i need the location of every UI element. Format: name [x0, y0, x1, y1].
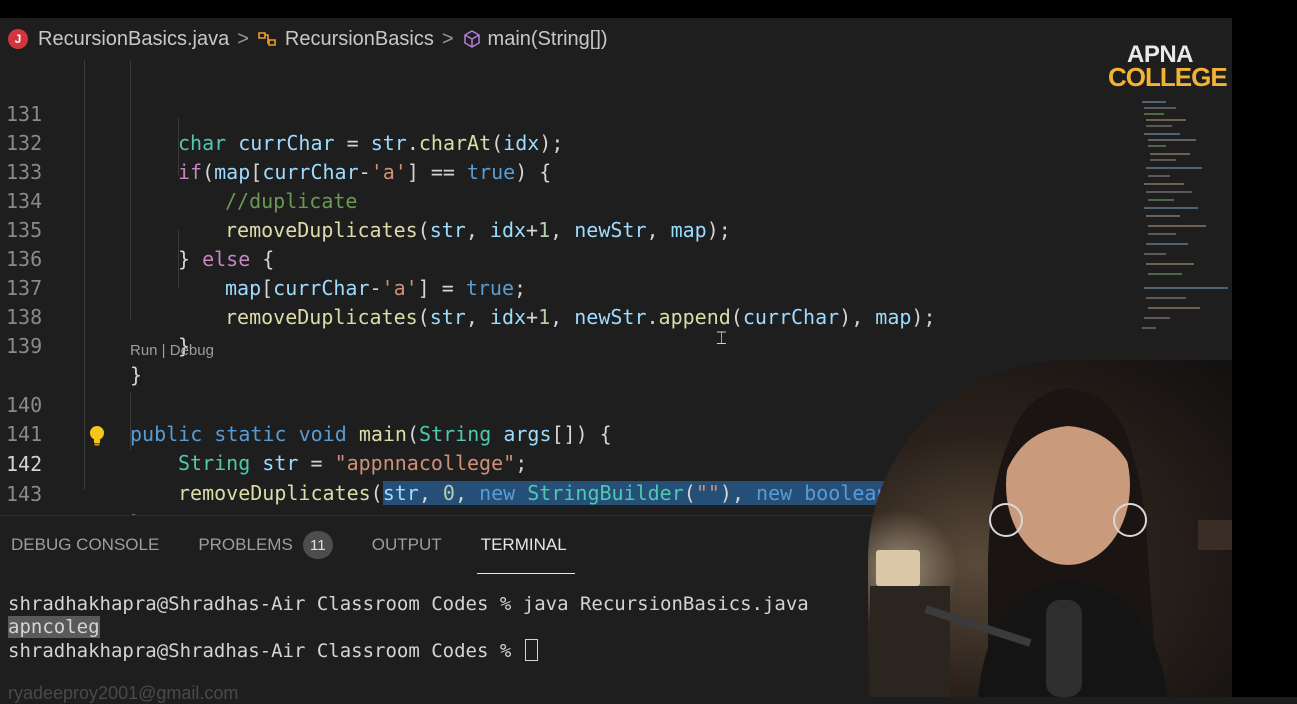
problems-count-badge: 11 — [302, 531, 333, 559]
minimap[interactable] — [1136, 98, 1232, 338]
breadcrumb-method[interactable]: main(String[]) — [488, 28, 608, 51]
breadcrumb-separator: > — [237, 27, 249, 50]
text-cursor-icon: ⌶ — [716, 328, 727, 348]
lightbulb-icon[interactable] — [87, 425, 107, 452]
tab-terminal[interactable]: TERMINAL — [476, 516, 575, 574]
panel-tabs: DEBUG CONSOLE PROBLEMS 11 OUTPUT TERMINA… — [0, 516, 595, 574]
breadcrumb-file[interactable]: RecursionBasics.java — [38, 28, 229, 51]
breadcrumb-class[interactable]: RecursionBasics — [285, 28, 434, 51]
code-line[interactable]: 137 removeDuplicates(str, idx+1, newStr.… — [0, 245, 1140, 329]
codelens-run-debug[interactable]: Run | Debug — [130, 342, 214, 359]
terminal-command-line: shradhakhapra@Shradhas-Air Classroom Cod… — [8, 593, 809, 615]
breadcrumb: J RecursionBasics.java > RecursionBasics… — [0, 18, 1232, 60]
terminal-output: apncoleg — [8, 616, 100, 638]
code-line[interactable]: 132 if(map[currChar-'a'] == true) { — [0, 100, 1140, 184]
code-line[interactable]: 136 map[currChar-'a'] = true; — [0, 216, 1140, 300]
code-line[interactable]: 133 //duplicate — [0, 129, 1140, 213]
code-line[interactable]: 134 removeDuplicates(str, idx+1, newStr,… — [0, 158, 1140, 242]
method-cube-icon — [462, 29, 482, 49]
tab-problems[interactable]: PROBLEMS 11 — [198, 516, 333, 574]
window-top-bar — [0, 0, 1297, 18]
right-black-strip — [1232, 18, 1297, 697]
terminal-prompt[interactable]: shradhakhapra@Shradhas-Air Classroom Cod… — [8, 639, 538, 663]
faded-email-text: ryadeeproy2001@gmail.com — [8, 683, 239, 703]
java-file-icon: J — [8, 29, 28, 49]
tab-debug-console[interactable]: DEBUG CONSOLE — [11, 516, 159, 574]
code-line[interactable]: 135 } else { — [0, 187, 1140, 271]
class-icon — [257, 29, 279, 49]
code-line[interactable]: 131 char currChar = str.charAt(idx); — [0, 71, 1140, 155]
tab-output[interactable]: OUTPUT — [372, 516, 442, 574]
line-number: 139 — [6, 334, 43, 358]
breadcrumb-separator: > — [441, 27, 454, 50]
terminal-cursor — [524, 639, 538, 661]
code-line[interactable]: 139 } — [0, 303, 1140, 387]
code-line[interactable]: 138 } — [0, 274, 1140, 358]
